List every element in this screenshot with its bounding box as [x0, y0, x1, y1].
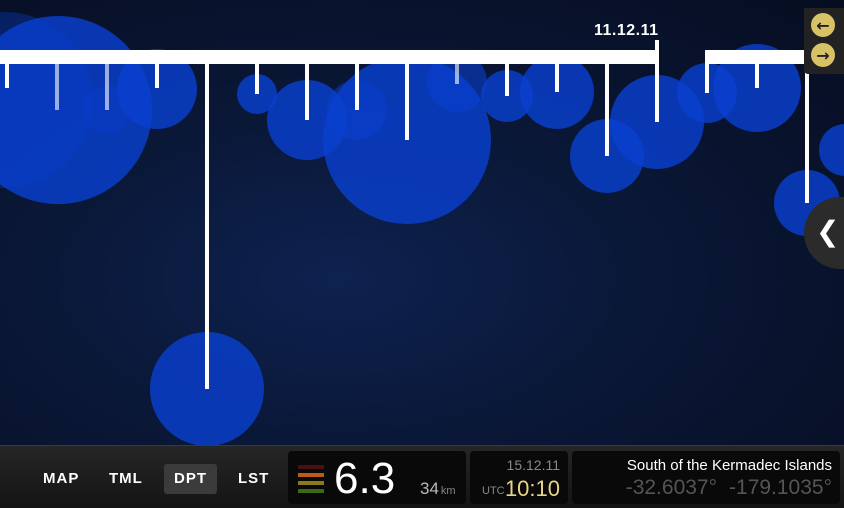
quake-date: 15.12.11 — [506, 457, 560, 473]
nav-timeline[interactable]: TML — [99, 464, 153, 494]
depth-unit: km — [440, 485, 456, 497]
longitude: -179.1035° — [729, 476, 832, 499]
utc-label: UTC — [482, 485, 505, 497]
nav-depth[interactable]: DPT — [164, 464, 217, 494]
magnitude-panel: 6.3 34 km — [288, 451, 466, 504]
location-name: South of the Kermadec Islands — [626, 457, 832, 474]
quake-bubbles — [0, 12, 844, 445]
magnitude-bar — [298, 465, 324, 469]
depth-visualization — [0, 12, 844, 445]
depth-readout: 34 km — [420, 479, 456, 499]
coordinates: -32.6037° -179.1035° — [626, 476, 832, 500]
datetime-panel: 15.12.11 UTC 10:10 — [470, 451, 568, 504]
timeline-nav-panel: ← → — [804, 8, 844, 74]
magnitude-bar — [298, 481, 324, 485]
magnitude-value: 6.3 — [334, 454, 396, 503]
bottom-bar: MAP TML DPT LST 6.3 34 km 15.12.11 UTC 10… — [0, 445, 844, 508]
location-panel: South of the Kermadec Islands -32.6037° -… — [572, 451, 840, 504]
quake-time: 10:10 — [504, 476, 560, 501]
timeline-bar — [0, 50, 844, 64]
magnitude-bar — [298, 489, 324, 493]
latitude: -32.6037° — [625, 476, 718, 499]
depth-value: 34 — [420, 479, 439, 498]
timeline-segment — [0, 50, 659, 64]
chevron-left-icon: ❮ — [816, 215, 840, 248]
nav-map[interactable]: MAP — [33, 464, 89, 494]
prev-arrow-icon[interactable]: ← — [811, 13, 835, 37]
timeline-date-label: 11.12.11 — [594, 22, 659, 39]
magnitude-bar — [298, 473, 324, 477]
next-arrow-icon[interactable]: → — [811, 43, 835, 67]
quake-bubble — [819, 124, 844, 176]
nav-list[interactable]: LST — [228, 464, 279, 494]
